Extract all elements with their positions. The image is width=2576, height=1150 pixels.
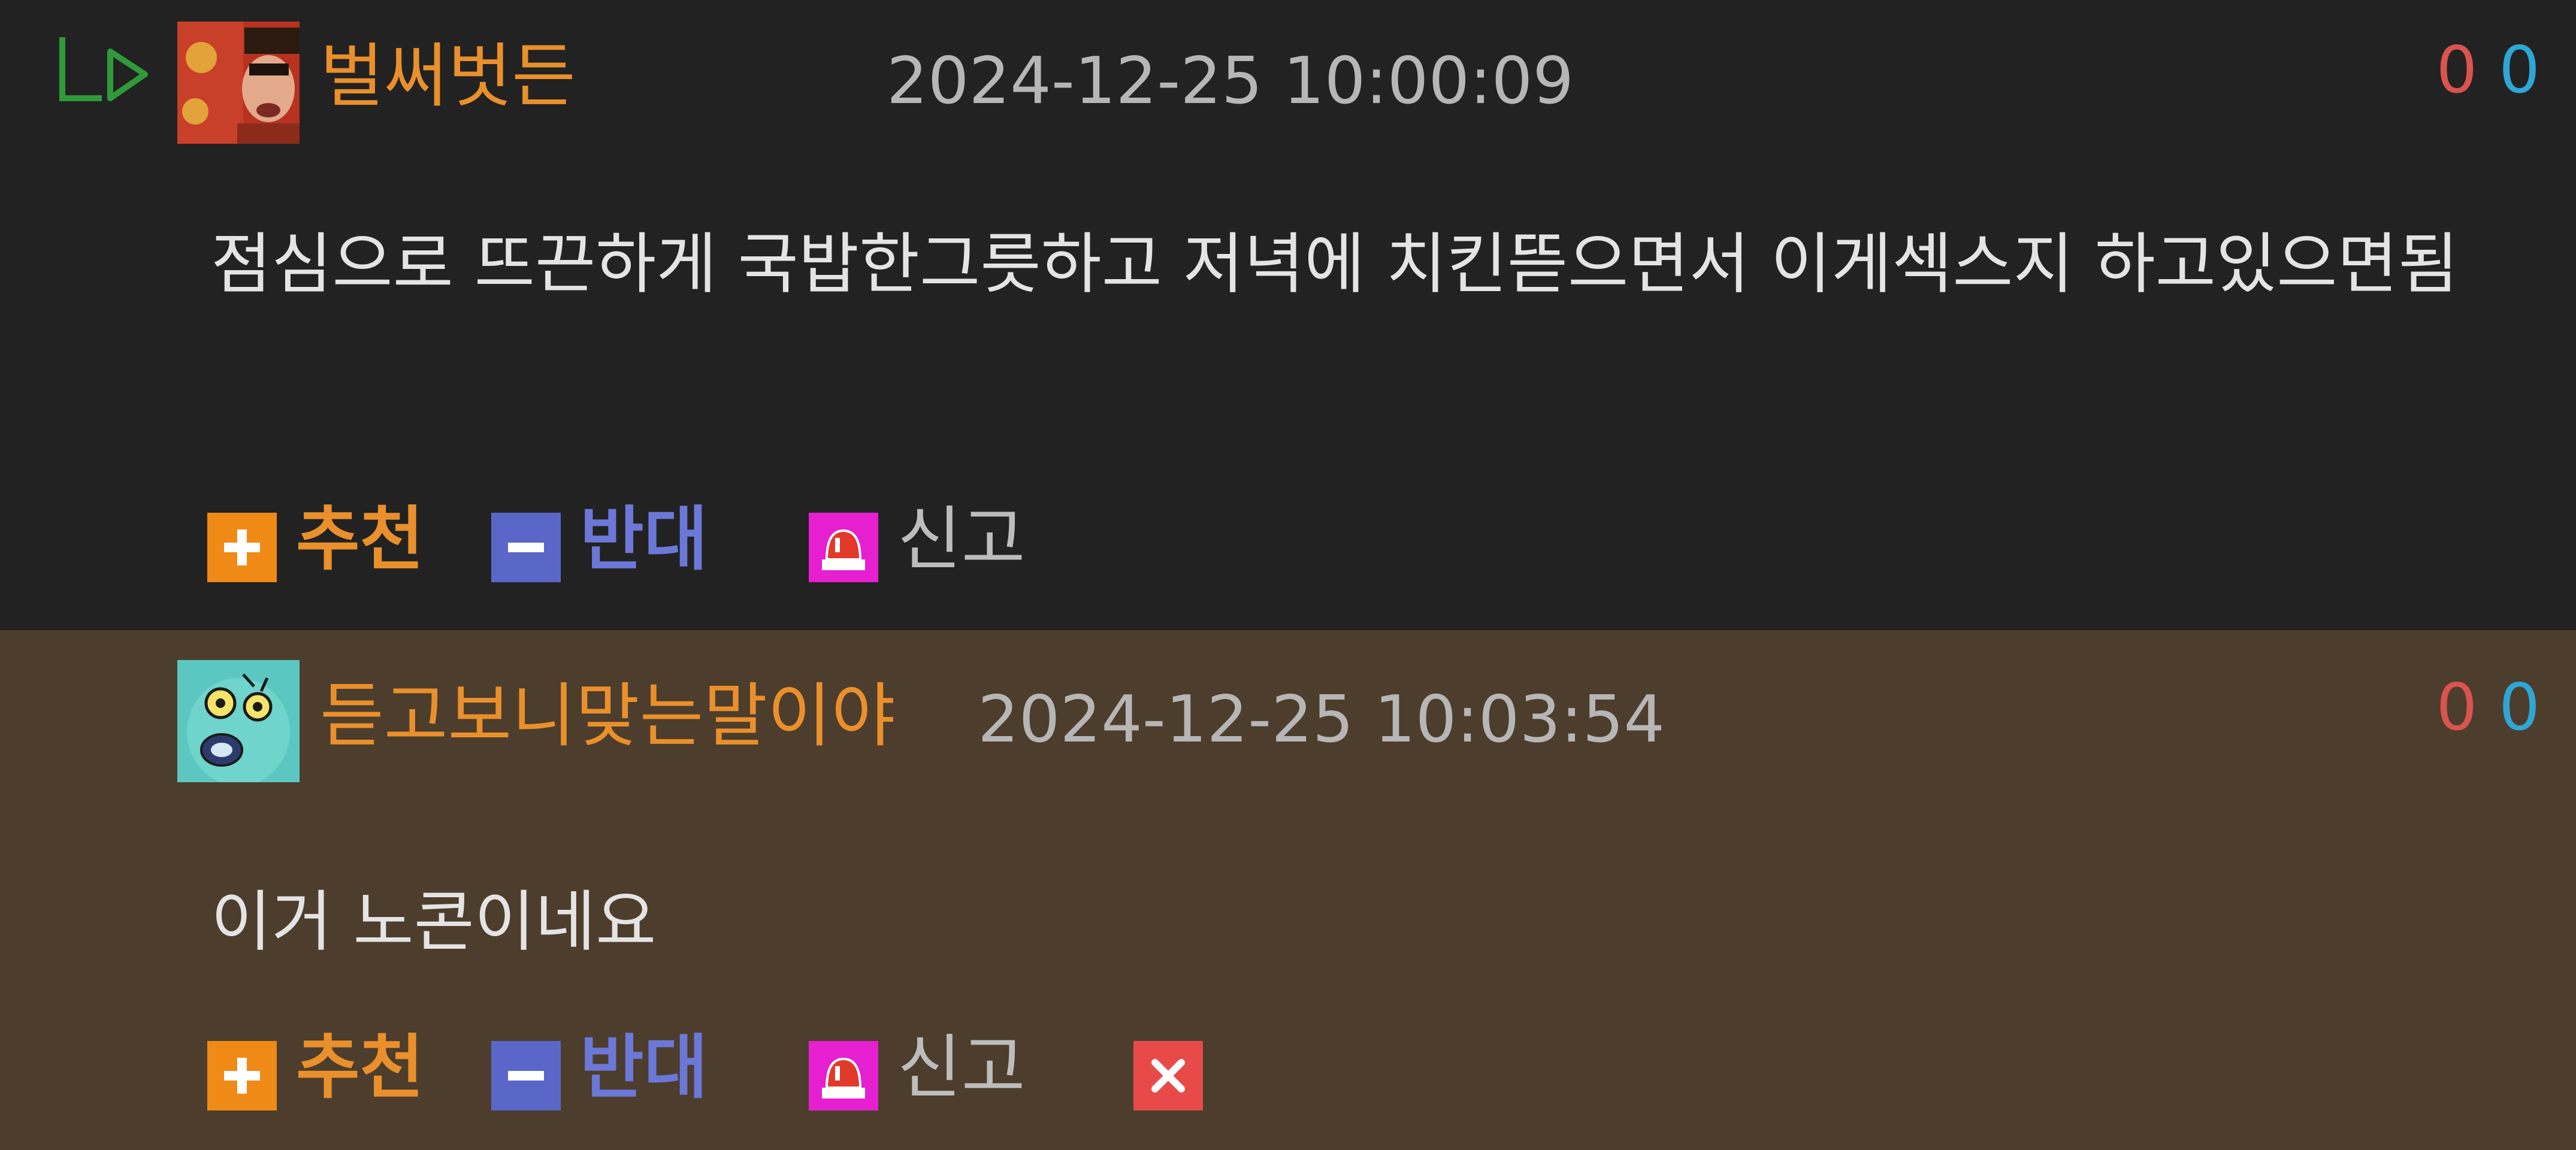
downvote-count: 0: [2499, 670, 2540, 745]
delete-button[interactable]: [1133, 1029, 1204, 1110]
nickname[interactable]: 듣고보니맞는말이야: [320, 682, 895, 751]
avatar-image: [177, 660, 300, 782]
avatar-image: [177, 22, 300, 144]
reply-arrow-icon: [59, 37, 148, 101]
avatar[interactable]: [177, 660, 300, 782]
avatar[interactable]: [177, 22, 300, 144]
report-label: 신고: [897, 499, 1026, 580]
report-button[interactable]: 신고: [809, 1027, 1048, 1110]
comment-list: 벌써벗든 2024-12-25 10:00:09 00 점심으로 뜨끈하게 국밥…: [0, 0, 2576, 1150]
plus-icon: [207, 1041, 277, 1110]
oppose-label: 반대: [580, 1027, 708, 1108]
downvote-count: 0: [2499, 33, 2540, 108]
siren-icon: [809, 513, 878, 582]
comment-item: 듣고보니맞는말이야 2024-12-25 10:03:54 00 이거 노콘이네…: [0, 630, 2576, 1150]
upvote-count: 0: [2436, 33, 2478, 108]
plus-icon: [207, 513, 277, 582]
recommend-button[interactable]: 추천: [207, 499, 447, 582]
vote-counts: 00: [2436, 676, 2540, 740]
comment-body: 이거 노콘이네요: [211, 883, 657, 960]
comment-item: 벌써벗든 2024-12-25 10:00:09 00 점심으로 뜨끈하게 국밥…: [0, 0, 2576, 630]
upvote-count: 0: [2436, 670, 2478, 745]
nickname[interactable]: 벌써벗든: [320, 42, 576, 111]
siren-icon: [809, 1041, 878, 1110]
timestamp: 2024-12-25 10:00:09: [887, 44, 1574, 119]
minus-icon: [491, 1041, 561, 1110]
report-label: 신고: [897, 1027, 1026, 1108]
oppose-label: 반대: [580, 499, 708, 580]
close-icon: [1133, 1041, 1203, 1110]
timestamp: 2024-12-25 10:03:54: [978, 682, 1665, 757]
recommend-label: 추천: [296, 1027, 424, 1108]
minus-icon: [491, 513, 561, 582]
oppose-button[interactable]: 반대: [491, 1027, 731, 1110]
report-button[interactable]: 신고: [809, 499, 1048, 582]
oppose-button[interactable]: 반대: [491, 499, 731, 582]
comment-body: 점심으로 뜨끈하게 국밥한그릇하고 저녁에 치킨뜯으면서 이게섹스지 하고있으면…: [211, 226, 2459, 302]
vote-counts: 00: [2436, 38, 2540, 103]
recommend-button[interactable]: 추천: [207, 1027, 447, 1110]
recommend-label: 추천: [296, 499, 424, 580]
